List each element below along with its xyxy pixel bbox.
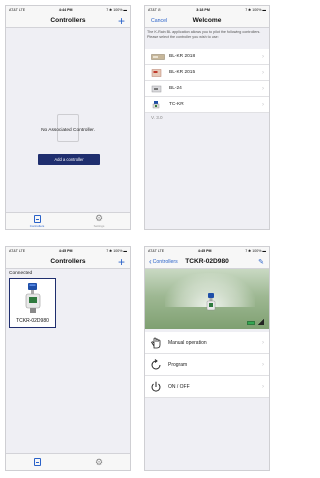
battery-icon — [247, 321, 255, 325]
chevron-right-icon: › — [262, 101, 264, 108]
chevron-right-icon: › — [262, 383, 264, 390]
welcome-description: The K-Rain BL application allows you to … — [147, 30, 261, 39]
carrier: AT&T LTE — [148, 249, 165, 253]
nav-bar: ‹ Controllers TCKR-02D980 ✎ — [145, 255, 269, 269]
tab-controllers[interactable] — [6, 454, 68, 470]
gear-icon: ⚙ — [94, 213, 104, 223]
back-label: Controllers — [152, 258, 178, 265]
chevron-right-icon: › — [262, 339, 264, 346]
screen-welcome: AT&T ✆ 3:18 PM 7 ✱ 100% ▬ Cancel Welcome… — [144, 5, 270, 230]
clock: 3:18 PM — [196, 8, 210, 12]
controller-icon — [33, 458, 41, 466]
tab-label: Settings — [93, 224, 105, 228]
menu-item-on-off[interactable]: ON / OFF › — [145, 376, 269, 398]
controller-type-list: BL-KR 2018 › BL-KR 2015 › BL-24 › TC-KR … — [145, 49, 269, 113]
chevron-right-icon: › — [262, 85, 264, 92]
clock: 4:44 PM — [58, 8, 73, 12]
list-item-label: BL-KR 2015 — [169, 70, 196, 75]
empty-message: No Associated Controller. — [41, 128, 95, 133]
menu-item-label: ON / OFF — [168, 383, 190, 390]
controller-name: TCKR-02D980 — [16, 318, 49, 324]
section-header: Connected — [9, 271, 33, 276]
carrier: AT&T LTE — [9, 249, 26, 253]
nav-bar: Controllers + — [6, 255, 130, 269]
cancel-button[interactable]: Cancel — [151, 18, 167, 24]
add-controller-button[interactable]: Add a controller — [38, 154, 100, 165]
list-item-label: TC-KR — [169, 102, 184, 107]
controller-card[interactable]: TCKR-02D980 — [9, 278, 56, 328]
nav-bar: Cancel Welcome — [145, 14, 269, 28]
add-icon[interactable]: + — [118, 14, 125, 28]
list-item[interactable]: BL-KR 2018 › — [145, 49, 269, 65]
app-version: V. 3.0 — [151, 115, 163, 120]
page-title: TCKR-02D980 — [185, 258, 229, 265]
program-cycle-icon — [151, 358, 161, 369]
tab-bar: Controllers ⚙ Settings — [6, 212, 130, 229]
tab-controllers[interactable]: Controllers — [6, 213, 68, 229]
carrier: AT&T LTE — [9, 8, 26, 12]
list-item[interactable]: BL-24 › — [145, 81, 269, 97]
screen-controllers-empty: AT&T LTE 4:44 PM 7 ✱ 100% ▬ Controllers … — [5, 5, 131, 230]
battery-status: 7 ✱ 100% ▬ — [106, 249, 127, 253]
battery-status: 7 ✱ 100% ▬ — [245, 249, 266, 253]
controller-device-icon — [206, 293, 216, 311]
list-item-label: BL-KR 2018 — [169, 54, 196, 59]
battery-status: 7 ✱ 100% ▬ — [245, 8, 266, 12]
menu-item-label: Program — [168, 361, 188, 368]
controller-thumbnail-icon — [152, 100, 160, 108]
menu-item-manual-operation[interactable]: Manual operation › — [145, 332, 269, 354]
status-bar: AT&T LTE 4:45 PM 7 ✱ 100% ▬ — [145, 247, 269, 255]
chevron-right-icon: › — [262, 361, 264, 368]
chevron-right-icon: › — [262, 69, 264, 76]
list-item[interactable]: BL-KR 2015 › — [145, 65, 269, 81]
screen-controller-detail: AT&T LTE 4:45 PM 7 ✱ 100% ▬ ‹ Controller… — [144, 246, 270, 471]
tab-settings[interactable]: ⚙ Settings — [68, 213, 130, 229]
list-item[interactable]: TC-KR › — [145, 97, 269, 113]
page-title: Controllers — [50, 17, 86, 24]
list-item-label: BL-24 — [169, 86, 182, 91]
chevron-right-icon: › — [262, 53, 264, 60]
add-icon[interactable]: + — [118, 255, 125, 269]
controller-menu: Manual operation › Program › ON / OFF › — [145, 332, 269, 398]
power-icon — [151, 381, 161, 392]
carrier: AT&T ✆ — [148, 8, 161, 12]
controller-thumbnail-icon — [151, 53, 165, 60]
signal-icon — [258, 319, 264, 325]
hand-icon — [151, 337, 161, 348]
chevron-left-icon: ‹ — [149, 256, 152, 266]
menu-item-label: Manual operation — [168, 339, 207, 346]
controller-thumbnail-icon — [151, 85, 162, 92]
status-bar: AT&T LTE 4:45 PM 7 ✱ 100% ▬ — [6, 247, 130, 255]
battery-status: 7 ✱ 100% ▬ — [106, 8, 127, 12]
tab-bar: ⚙ — [6, 453, 130, 470]
controller-device-icon — [25, 283, 41, 313]
tab-label: Controllers — [29, 223, 45, 228]
nav-bar: Controllers + — [6, 14, 130, 28]
page-title: Controllers — [50, 258, 86, 265]
clock: 4:45 PM — [197, 249, 212, 253]
gear-icon: ⚙ — [94, 456, 104, 467]
hero-image — [145, 269, 269, 329]
menu-item-program[interactable]: Program › — [145, 354, 269, 376]
page-title: Welcome — [192, 17, 222, 24]
back-button[interactable]: ‹ Controllers — [149, 256, 178, 266]
controller-thumbnail-icon — [151, 68, 162, 77]
edit-icon[interactable]: ✎ — [258, 258, 264, 266]
tab-settings[interactable]: ⚙ — [68, 454, 130, 470]
status-bar: AT&T ✆ 3:18 PM 7 ✱ 100% ▬ — [145, 6, 269, 14]
screen-controllers-connected: AT&T LTE 4:45 PM 7 ✱ 100% ▬ Controllers … — [5, 246, 131, 471]
status-bar: AT&T LTE 4:44 PM 7 ✱ 100% ▬ — [6, 6, 130, 14]
controller-icon — [33, 214, 41, 223]
clock: 4:45 PM — [58, 249, 73, 253]
